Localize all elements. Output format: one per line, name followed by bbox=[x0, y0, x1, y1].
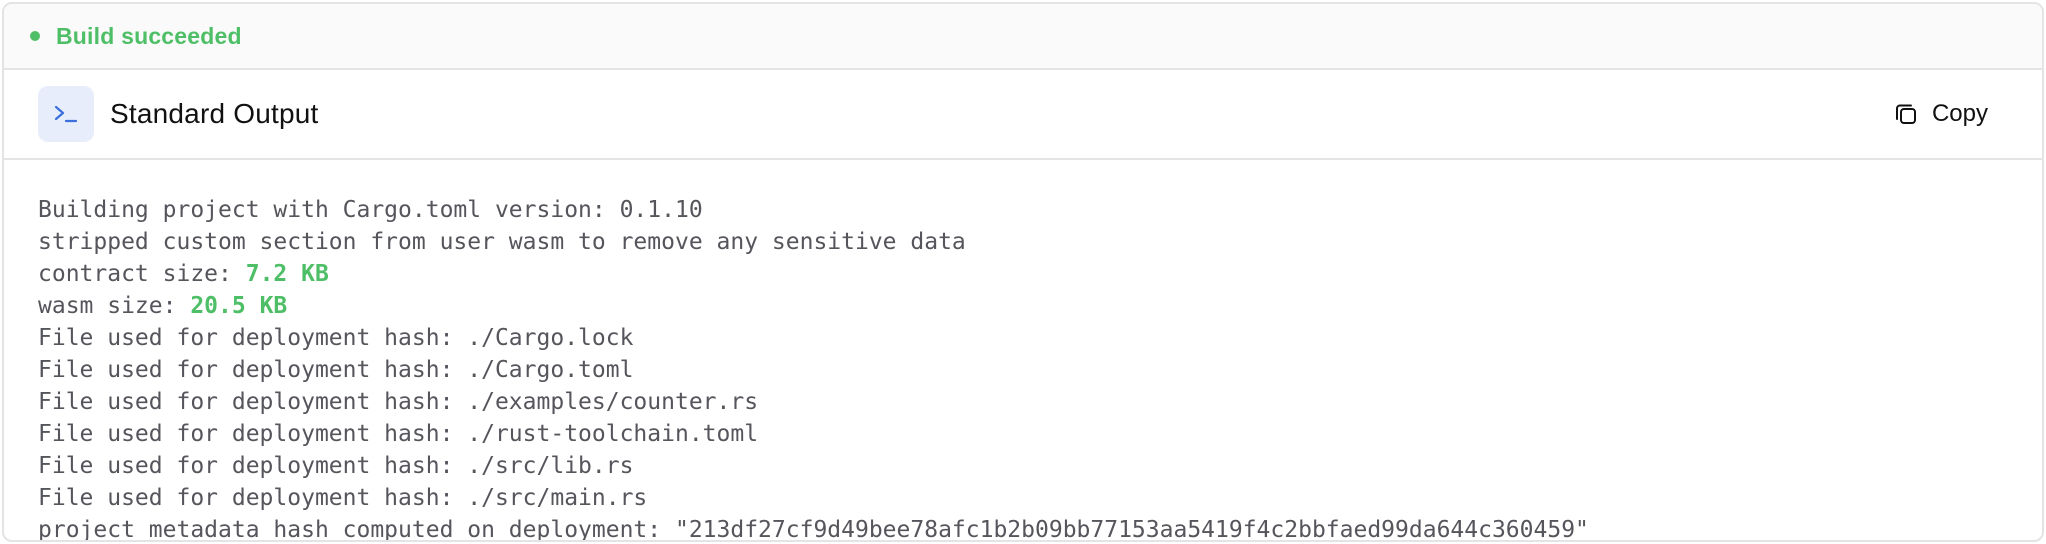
status-dot-icon bbox=[30, 31, 40, 41]
stdout-log: Building project with Cargo.toml version… bbox=[4, 160, 2042, 542]
terminal-icon bbox=[38, 86, 94, 142]
log-line: File used for deployment hash: ./Cargo.l… bbox=[38, 325, 634, 351]
log-line: stripped custom section from user wasm t… bbox=[38, 229, 966, 255]
build-output-card: Build succeeded Standard Output Copy Bui… bbox=[2, 2, 2044, 542]
copy-button[interactable]: Copy bbox=[1894, 100, 1988, 128]
wasm-size-value: 20.5 KB bbox=[190, 293, 288, 319]
log-line: contract size: 7.2 KB bbox=[38, 258, 2042, 290]
log-line: File used for deployment hash: ./rust-to… bbox=[38, 421, 759, 447]
log-line: File used for deployment hash: ./example… bbox=[38, 389, 759, 415]
contract-size-value: 7.2 KB bbox=[245, 261, 329, 287]
panel-title: Standard Output bbox=[110, 98, 319, 129]
build-status-text: Build succeeded bbox=[56, 22, 242, 49]
log-line-label: wasm size: bbox=[38, 293, 191, 319]
build-status-bar: Build succeeded bbox=[4, 4, 2042, 70]
log-line: File used for deployment hash: ./Cargo.t… bbox=[38, 357, 634, 383]
log-line: Building project with Cargo.toml version… bbox=[38, 197, 703, 223]
log-line: File used for deployment hash: ./src/lib… bbox=[38, 453, 634, 479]
copy-button-label: Copy bbox=[1931, 100, 1988, 127]
copy-icon bbox=[1895, 104, 1916, 124]
log-line: wasm size: 20.5 KB bbox=[38, 290, 2042, 322]
standard-output-header: Standard Output Copy bbox=[4, 70, 2042, 160]
log-line-label: contract size: bbox=[38, 261, 246, 287]
log-line: File used for deployment hash: ./src/mai… bbox=[38, 485, 648, 511]
log-line: project metadata hash computed on deploy… bbox=[38, 517, 1589, 542]
